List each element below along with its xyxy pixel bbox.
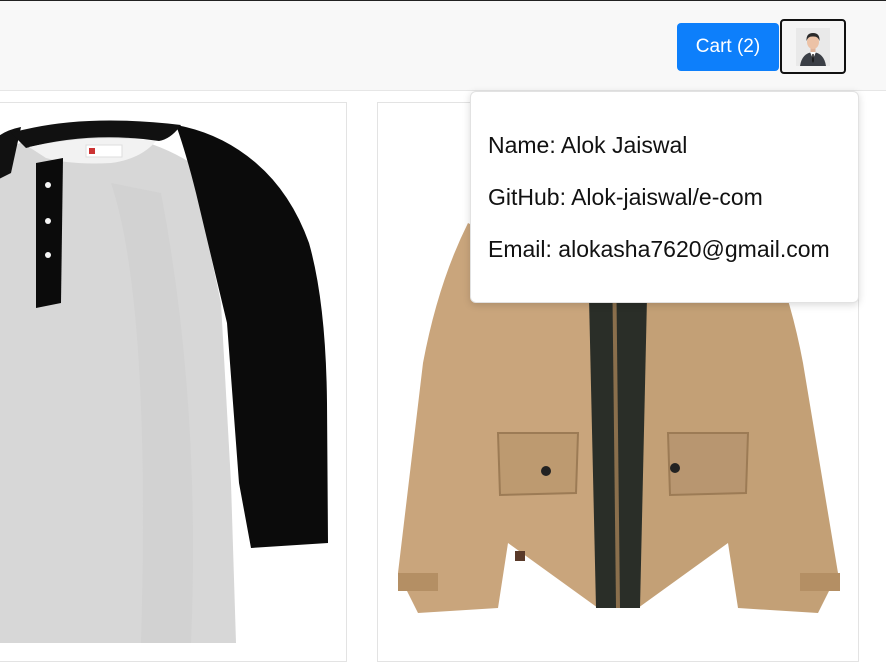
product-card[interactable]	[0, 102, 347, 662]
top-navbar: Cart (2)	[0, 1, 886, 91]
profile-avatar-button[interactable]	[780, 19, 846, 74]
raglan-henley-tshirt-image	[0, 120, 328, 643]
cart-button[interactable]: Cart (2)	[677, 23, 779, 71]
user-avatar-icon	[796, 27, 830, 66]
profile-email: Email: alokasha7620@gmail.com	[488, 236, 830, 262]
profile-popover: Name: Alok Jaiswal GitHub: Alok-jaiswal/…	[470, 91, 859, 303]
profile-github: GitHub: Alok-jaiswal/e-com	[488, 184, 763, 210]
profile-name: Name: Alok Jaiswal	[488, 132, 688, 158]
